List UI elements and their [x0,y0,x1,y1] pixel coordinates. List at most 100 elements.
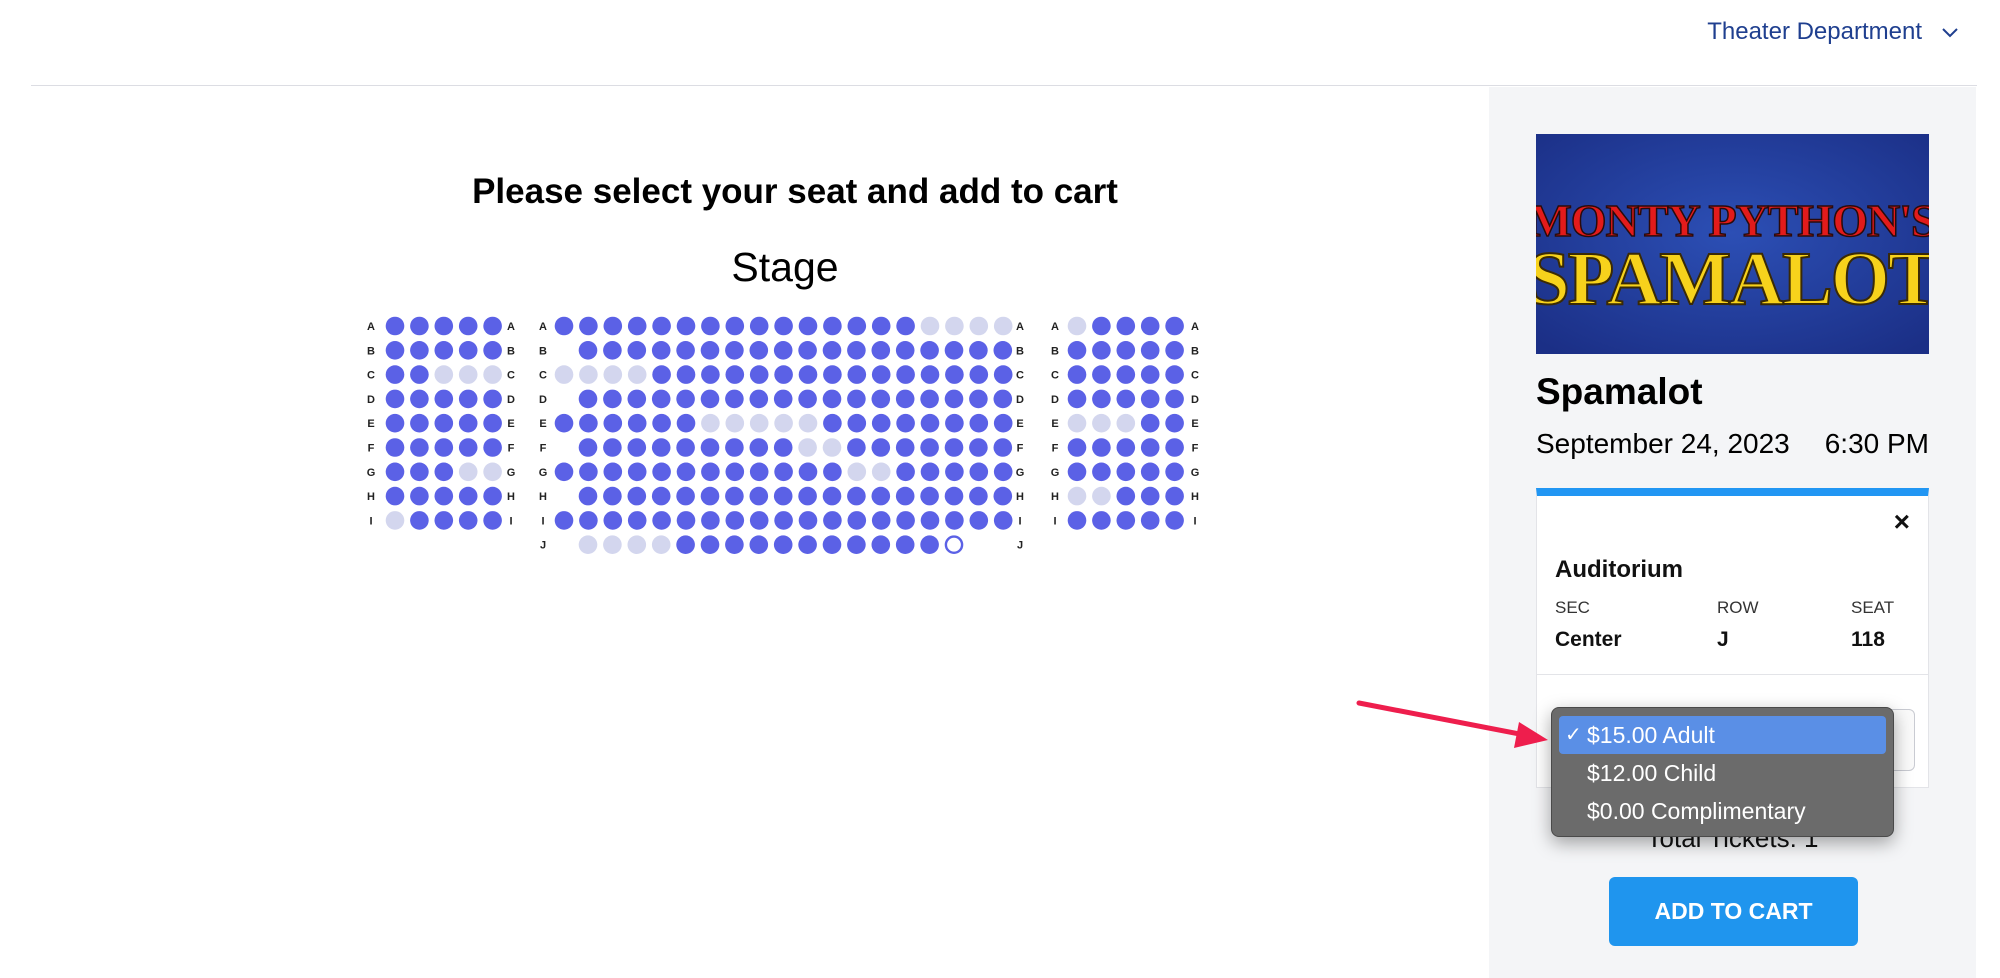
seat-available[interactable] [798,535,817,554]
price-option-adult[interactable]: ✓ $15.00 Adult [1559,716,1886,754]
seat-available[interactable] [1116,341,1136,360]
seat-available[interactable] [725,462,745,482]
seat-available[interactable] [993,438,1013,457]
seat-available[interactable] [700,341,720,360]
seat-available[interactable] [1092,462,1111,482]
seat-available[interactable] [798,389,817,409]
seat-available[interactable] [1140,511,1160,530]
seat-available[interactable] [651,341,671,360]
seat-available[interactable] [847,365,867,384]
seat-available[interactable] [1092,365,1111,384]
seat-available[interactable] [945,413,964,433]
seat-available[interactable] [896,413,915,433]
seat-available[interactable] [603,341,622,360]
seat-available[interactable] [993,462,1013,482]
seat-available[interactable] [749,535,769,554]
seat-available[interactable] [896,365,915,384]
seat-available[interactable] [385,438,405,457]
seat-available[interactable] [749,486,769,506]
seat-available[interactable] [701,511,720,530]
seat-available[interactable] [410,413,429,433]
seat-available[interactable] [579,413,598,433]
seat-available[interactable] [847,438,866,457]
seat-available[interactable] [385,365,405,384]
seat-available[interactable] [823,511,842,530]
seat-available[interactable] [773,535,793,554]
seat-available[interactable] [652,365,671,384]
seat-selected[interactable] [944,535,964,555]
seat-available[interactable] [822,486,842,506]
seat-available[interactable] [895,438,915,457]
seat-available[interactable] [1165,389,1184,409]
seat-available[interactable] [554,413,574,433]
seat-available[interactable] [920,511,940,530]
seat-available[interactable] [676,316,696,336]
seat-available[interactable] [871,341,891,360]
seat-available[interactable] [701,365,720,384]
seat-available[interactable] [603,486,622,506]
seat-available[interactable] [969,462,989,482]
seat-available[interactable] [579,511,598,530]
seat-available[interactable] [774,316,793,336]
seat-available[interactable] [676,341,695,360]
seat-available[interactable] [554,511,574,530]
seat-available[interactable] [579,316,598,336]
add-to-cart-button[interactable]: ADD TO CART [1609,877,1858,946]
seat-available[interactable] [676,486,695,506]
seat-available[interactable] [603,413,623,433]
seat-available[interactable] [896,462,915,482]
seat-available[interactable] [895,535,915,554]
seat-available[interactable] [385,389,405,409]
seat-available[interactable] [725,511,745,530]
seat-available[interactable] [774,511,793,530]
seat-available[interactable] [385,316,405,336]
seat-available[interactable] [993,389,1013,409]
seat-available[interactable] [823,462,842,482]
seat-available[interactable] [945,365,964,384]
seat-available[interactable] [798,365,818,384]
seat-available[interactable] [458,511,478,530]
seat-available[interactable] [458,389,478,409]
seat-available[interactable] [458,486,478,506]
seat-available[interactable] [944,438,964,457]
seat-available[interactable] [1067,462,1087,482]
seat-available[interactable] [627,413,647,433]
seat-available[interactable] [676,389,695,409]
seat-available[interactable] [798,316,818,336]
seat-available[interactable] [773,389,793,409]
seat-available[interactable] [627,462,647,482]
seat-available[interactable] [385,486,405,506]
seat-available[interactable] [823,413,842,433]
seat-available[interactable] [410,462,429,482]
seat-available[interactable] [458,341,478,360]
price-option-child[interactable]: $12.00 Child [1559,754,1886,792]
seat-available[interactable] [603,316,623,336]
seat-available[interactable] [434,486,454,506]
seat-available[interactable] [1140,316,1160,336]
seat-available[interactable] [1140,486,1160,506]
seat-available[interactable] [578,389,598,409]
seat-available[interactable] [945,511,964,530]
seat-available[interactable] [725,486,744,506]
seat-available[interactable] [920,486,939,506]
seat-available[interactable] [458,316,478,336]
seat-available[interactable] [701,316,720,336]
seat-available[interactable] [798,462,818,482]
seat-available[interactable] [1116,462,1136,482]
seat-available[interactable] [847,535,866,554]
seat-available[interactable] [774,365,793,384]
seat-available[interactable] [920,413,940,433]
seat-available[interactable] [969,486,988,506]
seat-available[interactable] [410,438,429,457]
seat-available[interactable] [969,413,989,433]
seat-available[interactable] [847,486,866,506]
seat-available[interactable] [871,486,891,506]
seat-available[interactable] [385,341,405,360]
seat-available[interactable] [652,462,671,482]
seat-available[interactable] [895,389,915,409]
seat-available[interactable] [847,316,867,336]
seat-available[interactable] [822,535,842,554]
seat-available[interactable] [871,365,891,384]
seat-available[interactable] [1092,389,1111,409]
seat-available[interactable] [749,511,769,530]
